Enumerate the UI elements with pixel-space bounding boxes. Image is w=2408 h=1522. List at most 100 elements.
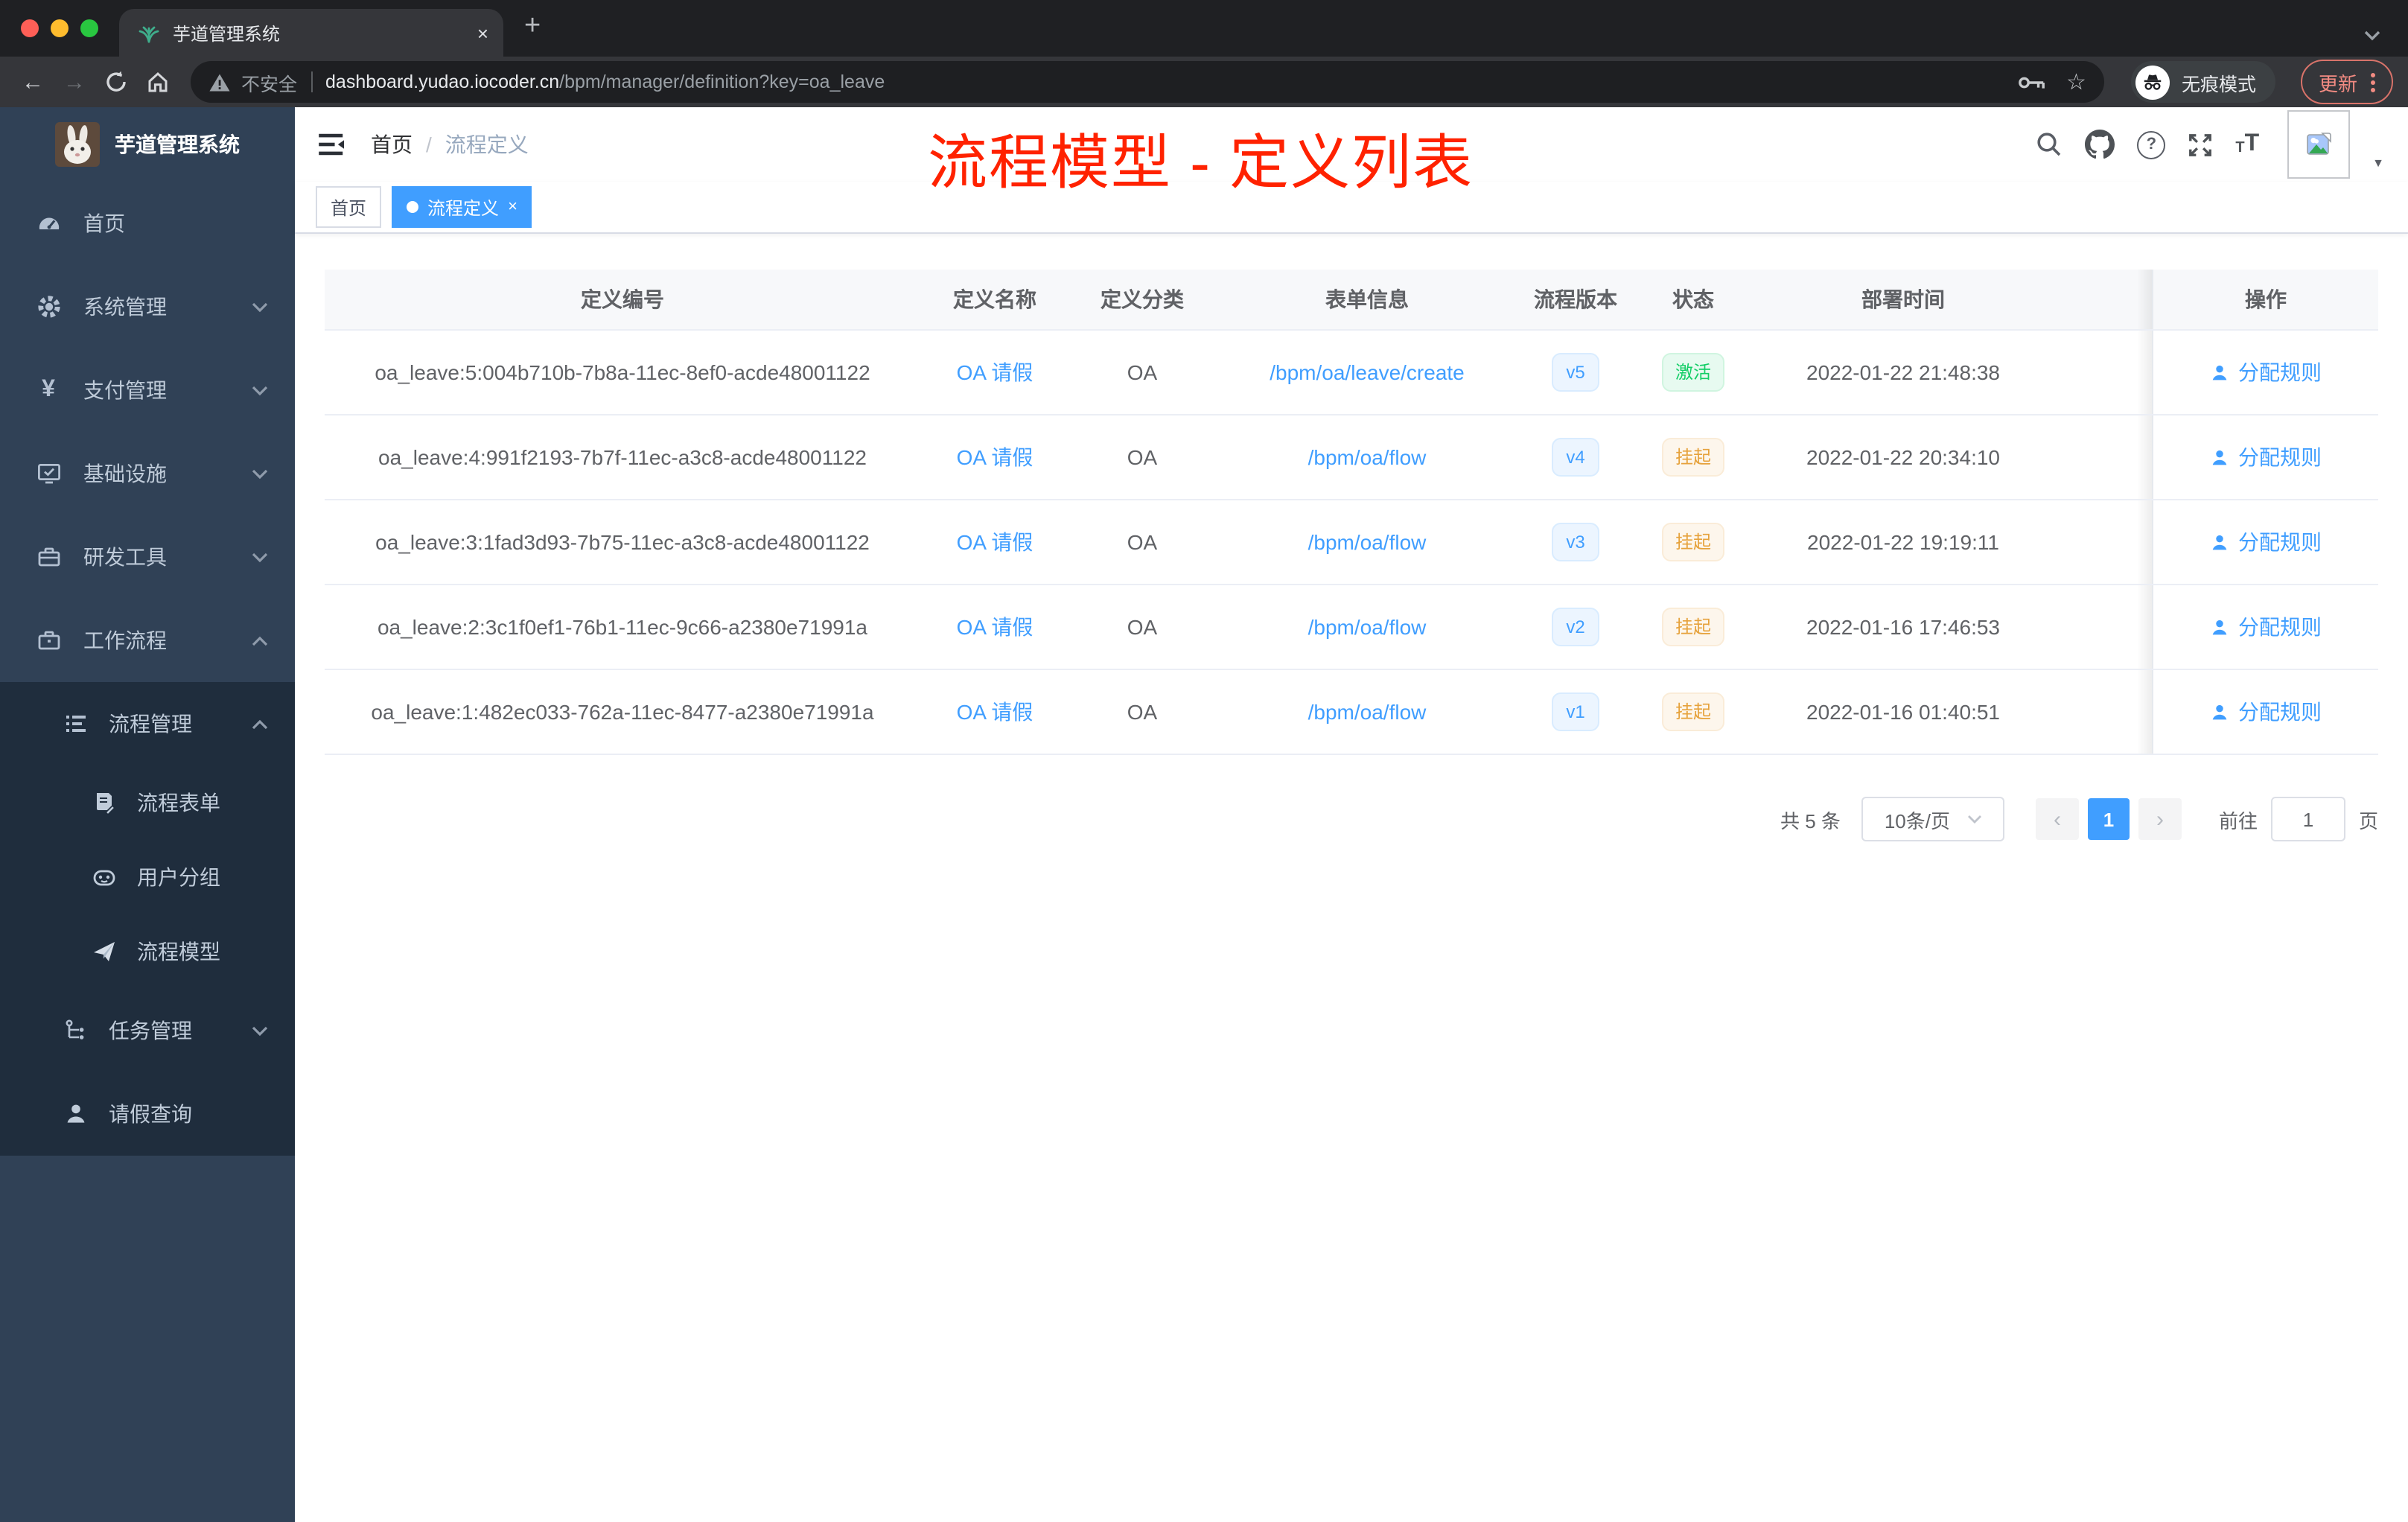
prev-page-button[interactable]: ‹ [2035, 798, 2079, 840]
sidebar-item-payment[interactable]: ¥ 支付管理 [0, 348, 295, 432]
incognito-label: 无痕模式 [2181, 74, 2256, 95]
forward-button[interactable]: → [54, 61, 95, 103]
cell-category: OA [1127, 360, 1158, 384]
active-dot [407, 201, 419, 213]
chevron-down-icon [1967, 815, 1981, 824]
sidebar-item-infrastructure[interactable]: 基础设施 [0, 432, 295, 515]
help-icon[interactable]: ? [2137, 130, 2166, 159]
app-logo-avatar [55, 122, 100, 167]
form-link[interactable]: /bpm/oa/flow [1308, 615, 1427, 639]
breadcrumb: 首页 / 流程定义 [371, 130, 529, 159]
sidebar-item-label: 支付管理 [83, 378, 167, 402]
version-badge: v4 [1551, 438, 1600, 477]
cell-deploy-time: 2022-01-16 17:46:53 [1806, 615, 2000, 639]
tag-process-definition[interactable]: 流程定义 × [392, 186, 532, 228]
avatar-caret-icon[interactable]: ▼ [2372, 156, 2384, 170]
bookmark-star-icon[interactable]: ☆ [2066, 69, 2086, 95]
tag-close-icon[interactable]: × [508, 198, 517, 216]
table-header-row: 定义编号 定义名称 定义分类 表单信息 流程版本 状态 部署时间 操作 [325, 270, 2378, 331]
new-tab-button[interactable]: + [524, 3, 541, 51]
app-logo-row[interactable]: 芋道管理系统 [0, 107, 295, 182]
security-label[interactable]: 不安全 [241, 68, 297, 96]
column-header: 定义分类 [1101, 287, 1184, 311]
browser-window: 芋道管理系统 × + ← → 不安全 dashboard.yudao.iocod… [0, 0, 2408, 1522]
browser-menu-icon[interactable] [2371, 72, 2375, 92]
sidebar-collapse-icon[interactable] [319, 133, 345, 156]
table-row: oa_leave:4:991f2193-7b7f-11ec-a3c8-acde4… [325, 415, 2378, 500]
paper-plane-icon [91, 939, 116, 964]
tab-search-caret-icon[interactable] [2363, 30, 2381, 42]
password-key-icon[interactable] [2017, 74, 2045, 90]
minimize-window-button[interactable] [51, 19, 69, 37]
sidebar-item-label: 任务管理 [109, 1019, 192, 1042]
page-unit-label: 页 [2358, 809, 2378, 832]
assign-rule-button[interactable]: 分配规则 [2210, 697, 2322, 727]
sidebar-item-home[interactable]: 首页 [0, 182, 295, 265]
assign-rule-button[interactable]: 分配规则 [2210, 442, 2322, 472]
main-area: 首页 / 流程定义 流程模型 - 定义列表 ? T T ▼ 首页 流程定义 × … [295, 107, 2408, 1522]
form-link[interactable]: /bpm/oa/leave/create [1270, 360, 1465, 384]
list-icon [63, 711, 88, 736]
cell-definition-id: oa_leave:1:482ec033-762a-11ec-8477-a2380… [371, 700, 874, 724]
cell-definition-id: oa_leave:5:004b710b-7b8a-11ec-8ef0-acde4… [375, 360, 870, 384]
page-number-1[interactable]: 1 [2087, 798, 2130, 840]
definition-name-link[interactable]: OA 请假 [957, 442, 1033, 472]
next-page-button[interactable]: › [2138, 798, 2182, 840]
page-size-select[interactable]: 10条/页 [1861, 797, 2004, 841]
breadcrumb-current: 流程定义 [445, 133, 529, 156]
cell-definition-id: oa_leave:2:3c1f0ef1-76b1-11ec-9c66-a2380… [377, 615, 867, 639]
window-controls [0, 0, 119, 57]
maximize-window-button[interactable] [80, 19, 98, 37]
definition-name-link[interactable]: OA 请假 [957, 357, 1033, 387]
back-button[interactable]: ← [12, 61, 54, 103]
tab-title: 芋道管理系统 [173, 23, 281, 44]
sidebar-item-label: 系统管理 [83, 295, 167, 319]
reload-button[interactable] [95, 61, 137, 103]
definition-name-link[interactable]: OA 请假 [957, 527, 1033, 557]
sidebar-item-task-management[interactable]: 任务管理 [0, 989, 295, 1072]
assign-rule-button[interactable]: 分配规则 [2210, 527, 2322, 557]
sidebar-item-user-group[interactable]: 用户分组 [0, 840, 295, 914]
yen-icon: ¥ [42, 377, 55, 402]
user-avatar[interactable] [2287, 110, 2351, 179]
address-bar[interactable]: 不安全 dashboard.yudao.iocoder.cn/bpm/manag… [191, 61, 2104, 103]
close-window-button[interactable] [21, 19, 39, 37]
form-link[interactable]: /bpm/oa/flow [1308, 700, 1427, 724]
github-icon[interactable] [2085, 130, 2115, 159]
fullscreen-icon[interactable] [2188, 132, 2213, 157]
update-label[interactable]: 更新 [2319, 68, 2357, 96]
browser-tab[interactable]: 芋道管理系统 × [119, 9, 503, 57]
column-header: 状态 [1672, 287, 1714, 311]
page-jump-input[interactable] [2270, 797, 2345, 841]
tab-close-icon[interactable]: × [477, 22, 488, 44]
sidebar-item-leave-query[interactable]: 请假查询 [0, 1072, 295, 1156]
breadcrumb-home[interactable]: 首页 [371, 130, 413, 159]
form-link[interactable]: /bpm/oa/flow [1308, 445, 1427, 469]
status-badge: 挂起 [1661, 523, 1724, 561]
home-button[interactable] [137, 61, 179, 103]
sidebar-item-workflow[interactable]: 工作流程 [0, 599, 295, 682]
sidebar-item-label: 基础设施 [83, 462, 167, 485]
table-row: oa_leave:5:004b710b-7b8a-11ec-8ef0-acde4… [325, 331, 2378, 415]
toolbox-icon [36, 544, 61, 570]
assign-rule-button[interactable]: 分配规则 [2210, 357, 2322, 387]
sidebar-item-system[interactable]: 系统管理 [0, 265, 295, 348]
broken-image-icon [2307, 133, 2331, 155]
sidebar-item-process-management[interactable]: 流程管理 [0, 682, 295, 765]
assign-rule-button[interactable]: 分配规则 [2210, 612, 2322, 642]
sidebar-item-process-form[interactable]: 流程表单 [0, 765, 295, 840]
definition-name-link[interactable]: OA 请假 [957, 697, 1033, 727]
search-icon[interactable] [2036, 131, 2063, 158]
tag-home[interactable]: 首页 [316, 186, 382, 228]
definition-name-link[interactable]: OA 请假 [957, 612, 1033, 642]
workflow-submenu: 流程管理 流程表单 用户分组 流程模型 任务管理 请假查询 [0, 682, 295, 1156]
cell-deploy-time: 2022-01-22 20:34:10 [1806, 445, 2000, 469]
column-header: 流程版本 [1534, 287, 1617, 311]
form-link[interactable]: /bpm/oa/flow [1308, 530, 1427, 554]
not-secure-warning-icon [209, 73, 230, 91]
status-badge: 挂起 [1661, 608, 1724, 646]
sidebar-item-process-model[interactable]: 流程模型 [0, 914, 295, 989]
browser-update-button[interactable]: 更新 [2300, 60, 2393, 104]
font-size-icon[interactable]: TT [2235, 132, 2259, 156]
sidebar-item-dev-tools[interactable]: 研发工具 [0, 515, 295, 599]
